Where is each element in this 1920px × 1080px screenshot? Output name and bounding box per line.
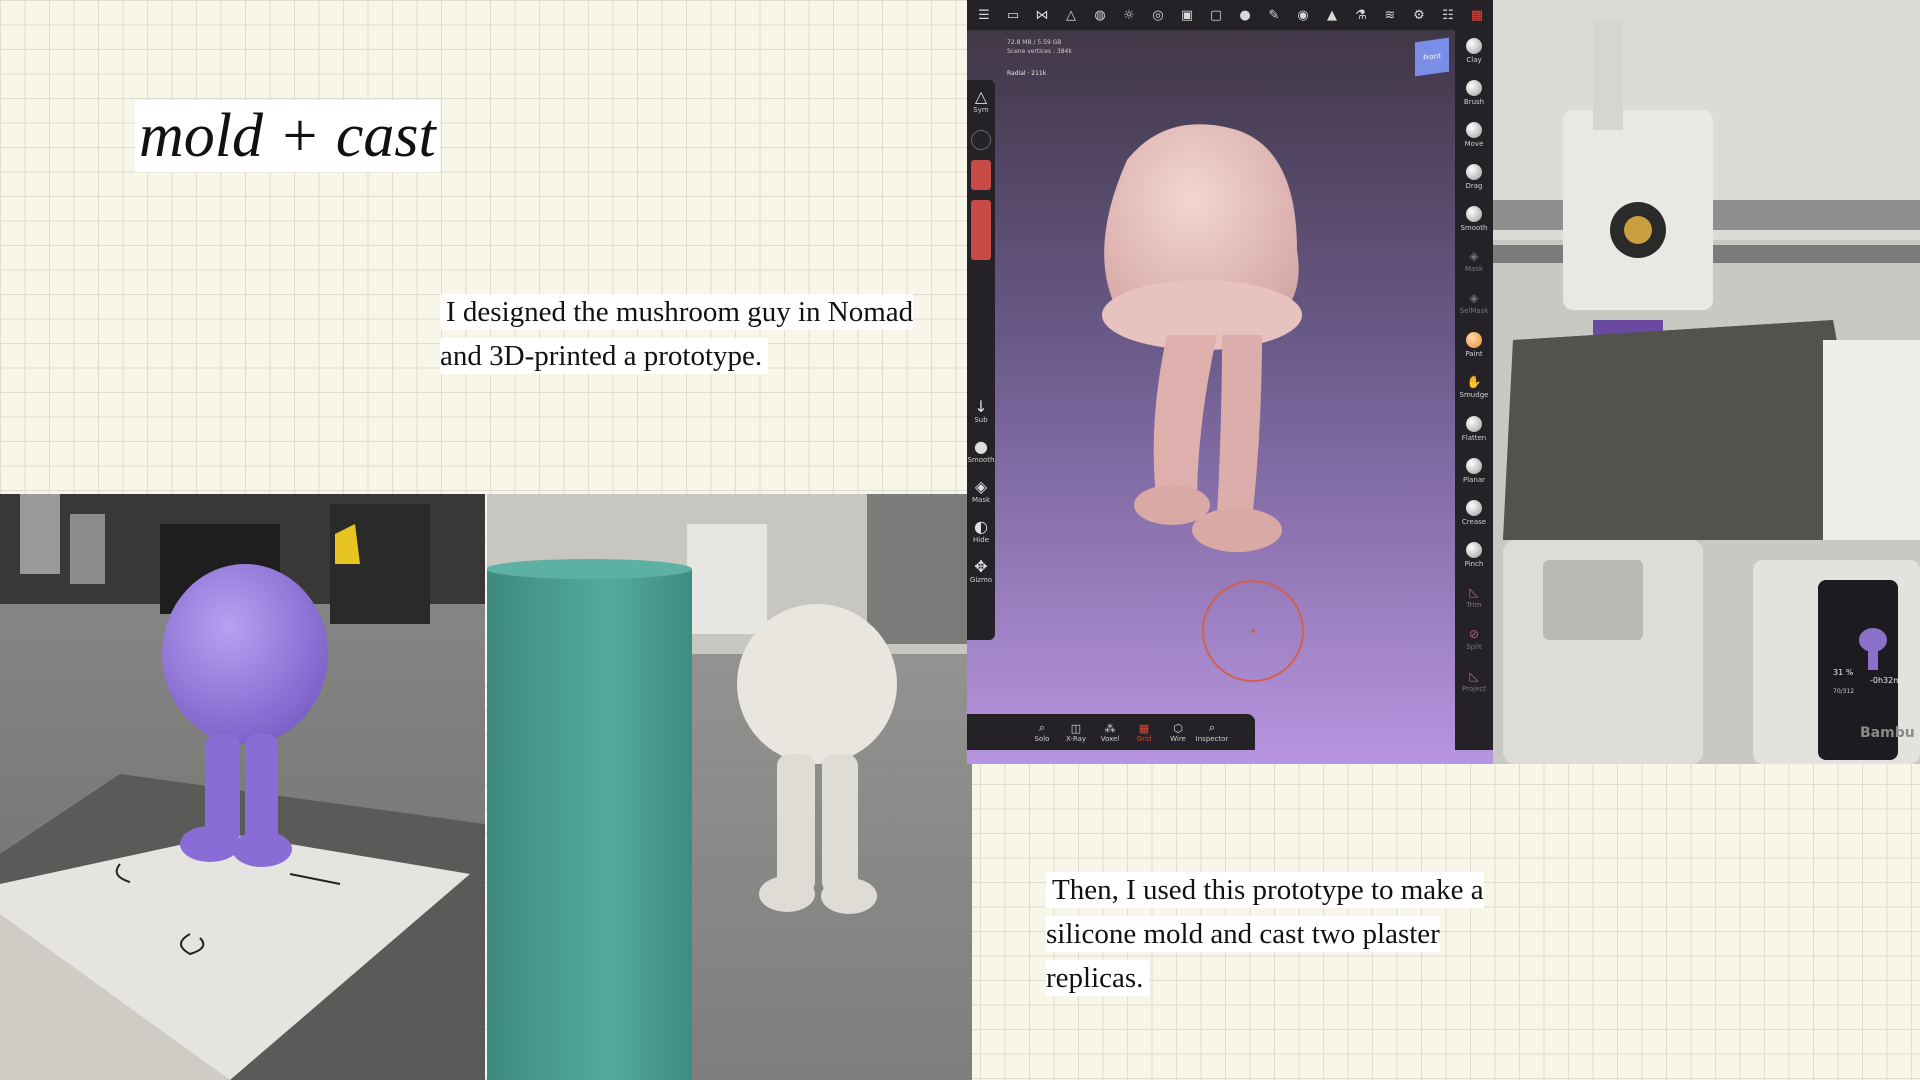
left-tool-gizmo[interactable]: ✥ Gizmo — [967, 550, 995, 590]
intensity-slider[interactable] — [971, 200, 991, 260]
left-tool-sym[interactable]: △ Sym — [967, 80, 995, 120]
left-tool-mask[interactable]: ◈ Mask — [967, 470, 995, 510]
tool-trim[interactable]: ◺ Trim — [1455, 576, 1493, 618]
tool-active-icon[interactable]: ● — [1234, 4, 1256, 26]
bottom-tool-solo[interactable]: ⌕ Solo — [1027, 721, 1057, 743]
tool-smudge[interactable]: ✋ Smudge — [1455, 366, 1493, 408]
tool-planar[interactable]: Planar — [1455, 450, 1493, 492]
bottom-tool-grid[interactable]: ▦ Grid — [1129, 722, 1159, 743]
photo-mold-and-plaster — [487, 494, 972, 1080]
grid-icon[interactable]: ▦ — [1466, 4, 1488, 26]
menu-icon[interactable]: ☰ — [973, 4, 995, 26]
photo-3d-printer: 31 % -0h32m 70/312 Bambu — [1493, 0, 1920, 764]
left-tool-sub[interactable]: ↓ Sub — [967, 390, 995, 430]
tool-split[interactable]: ⊘ Split — [1455, 618, 1493, 660]
bottom-tool-wire[interactable]: ⬡ Wire — [1163, 722, 1193, 743]
tool-flatten[interactable]: Flatten — [1455, 408, 1493, 450]
brush-cursor — [1202, 580, 1304, 682]
camera-icon[interactable]: ▢ — [1205, 4, 1227, 26]
bottom-tool-voxel[interactable]: ⁂ Voxel — [1095, 722, 1125, 743]
folder-icon[interactable]: ▭ — [1002, 4, 1024, 26]
tool-drag[interactable]: Drag — [1455, 156, 1493, 198]
share-icon[interactable]: ⋈ — [1031, 4, 1053, 26]
left-tool-smooth[interactable]: ● Smooth — [967, 430, 995, 470]
flask-icon[interactable]: ⚗ — [1350, 4, 1372, 26]
nomad-right-toolbar: Clay Brush Move Drag Smooth ◈ Mask ◈ SelMa… — [1455, 30, 1493, 750]
settings-icon[interactable]: ⚙ — [1408, 4, 1430, 26]
tool-mask[interactable]: ◈ Mask — [1455, 240, 1493, 282]
stroke-icon[interactable]: ▲ — [1321, 4, 1343, 26]
tool-move[interactable]: Move — [1455, 114, 1493, 156]
tool-selmask[interactable]: ◈ SelMask — [1455, 282, 1493, 324]
layers-icon[interactable]: ≋ — [1379, 4, 1401, 26]
radial-indicator: Radial · 211k — [1007, 70, 1047, 77]
nomad-top-toolbar: ☰ ▭ ⋈ △ ◍ ☼ ◎ ▣ ▢ ● ✎ ◉ ▲ ⚗ ≋ ⚙ ☷ ▦ — [967, 0, 1493, 30]
radius-slider[interactable] — [971, 160, 991, 190]
image-icon[interactable]: ▣ — [1176, 4, 1198, 26]
tool-paint[interactable]: Paint — [1455, 324, 1493, 366]
nomad-left-toolbar: △ Sym ↓ Sub ● Smooth ◈ Mask ◐ Hide ✥ Gizmo — [967, 80, 995, 640]
tool-project[interactable]: ◺ Project — [1455, 660, 1493, 702]
slide-title: mold + cast — [135, 100, 440, 173]
view-cube[interactable]: Front — [1415, 37, 1449, 77]
tool-smooth[interactable]: Smooth — [1455, 198, 1493, 240]
scene-info: 72.8 MB / 5.59 GB Scene vertices : 384k — [1007, 39, 1072, 55]
material-icon[interactable]: ◎ — [1147, 4, 1169, 26]
nomad-bottom-toolbar: ⌕ Solo ◫ X-Ray ⁂ Voxel ▦ Grid ⬡ Wire ⌕ Inspect… — [967, 714, 1255, 750]
paragraph-design: I designed the mushroom guy in Nomad and… — [440, 294, 914, 374]
bottom-tool-xray[interactable]: ◫ X-Ray — [1061, 722, 1091, 743]
photo-purple-prototype — [0, 494, 485, 1080]
printer-progress: 31 % — [1833, 668, 1854, 677]
radius-slider-handle[interactable] — [971, 130, 991, 150]
tool-brush[interactable]: Brush — [1455, 72, 1493, 114]
sliders-icon[interactable]: ☷ — [1437, 4, 1459, 26]
tool-clay[interactable]: Clay — [1455, 30, 1493, 72]
palette-icon[interactable]: ◉ — [1292, 4, 1314, 26]
tool-crease[interactable]: Crease — [1455, 492, 1493, 534]
paragraph-mold: Then, I used this prototype to make a si… — [1046, 872, 1484, 996]
nomad-sculpt-screenshot: ☰ ▭ ⋈ △ ◍ ☼ ◎ ▣ ▢ ● ✎ ◉ ▲ ⚗ ≋ ⚙ ☷ ▦ 72.8… — [967, 0, 1493, 764]
printer-time-left: -0h32m — [1870, 676, 1902, 685]
tool-pinch[interactable]: Pinch — [1455, 534, 1493, 576]
bottom-tool-inspector[interactable]: ⌕ Inspector — [1196, 721, 1229, 743]
sphere-icon[interactable]: ◍ — [1089, 4, 1111, 26]
mushroom-model — [1102, 124, 1302, 552]
left-tool-hide[interactable]: ◐ Hide — [967, 510, 995, 550]
printer-layers: 70/312 — [1833, 688, 1855, 695]
printer-brand: Bambu — [1860, 725, 1915, 741]
mesh-icon[interactable]: △ — [1060, 4, 1082, 26]
light-icon[interactable]: ☼ — [1118, 4, 1140, 26]
pen-icon[interactable]: ✎ — [1263, 4, 1285, 26]
